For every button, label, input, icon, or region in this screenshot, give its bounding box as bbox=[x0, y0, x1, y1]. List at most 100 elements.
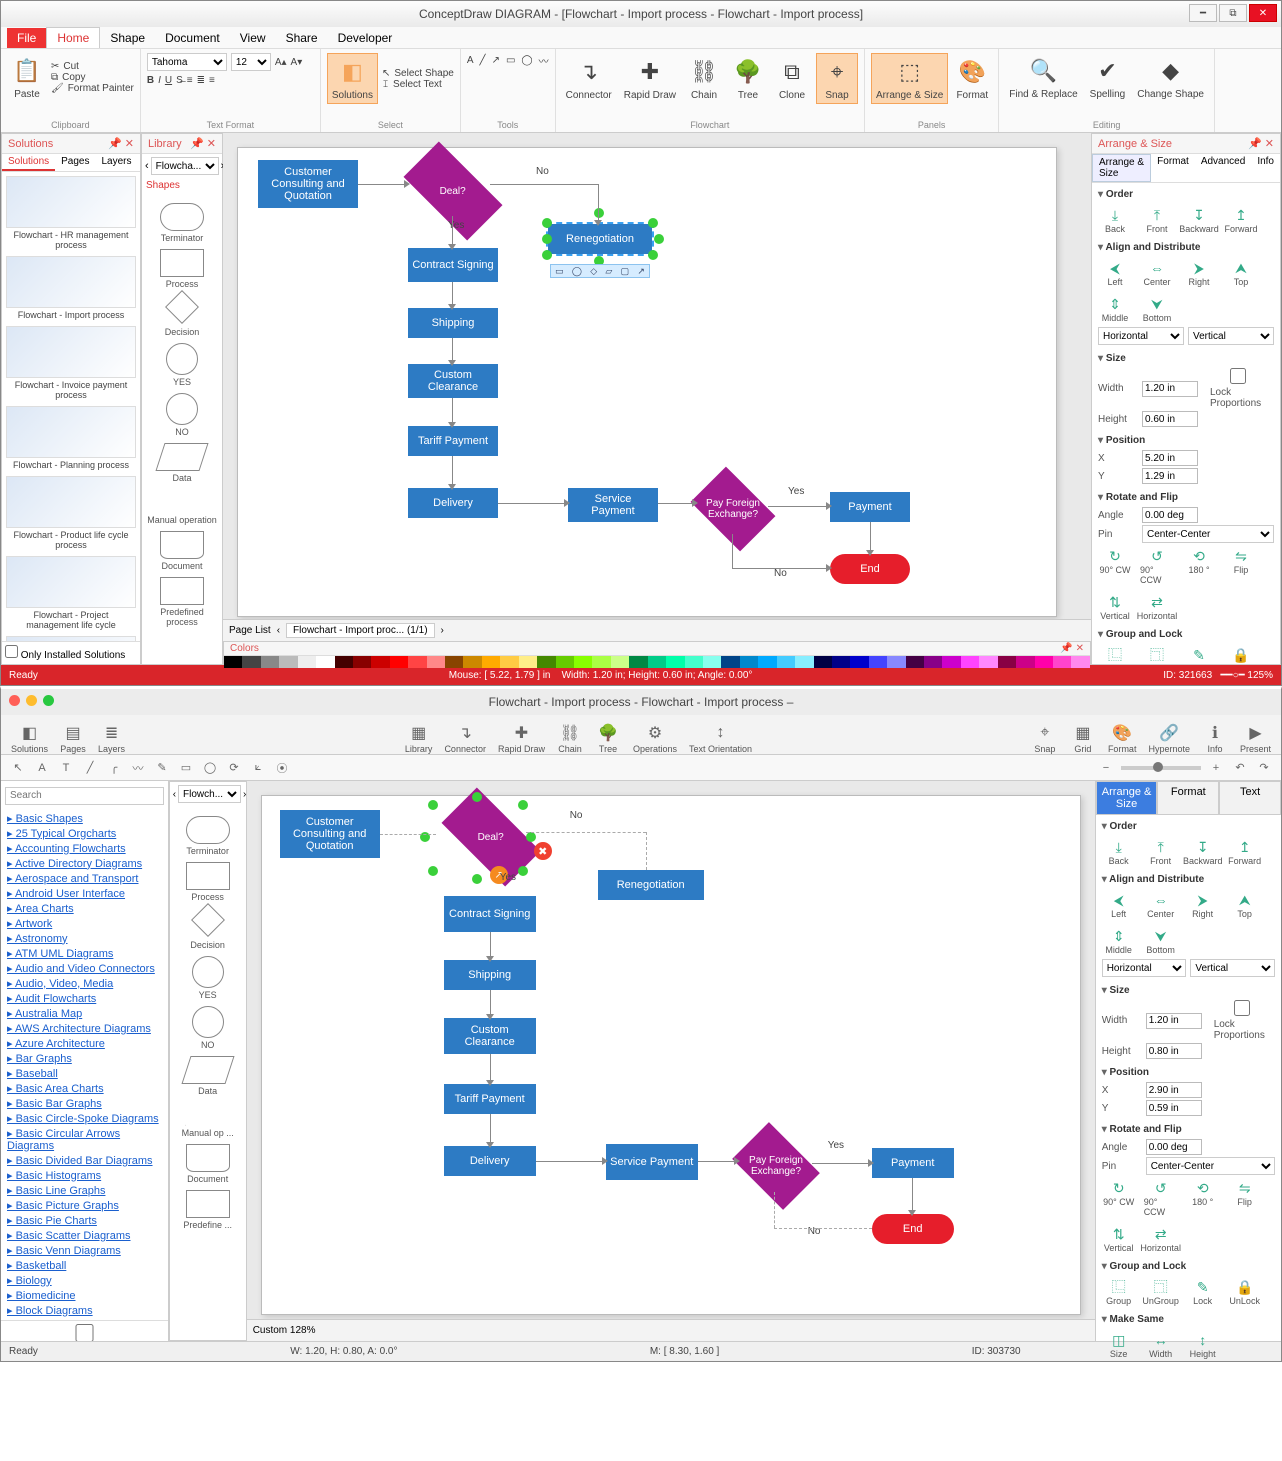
color-swatch[interactable] bbox=[758, 656, 776, 668]
color-swatch[interactable] bbox=[574, 656, 592, 668]
btn-90-cw[interactable]: ↻90° CW bbox=[1102, 1179, 1136, 1217]
angle-input[interactable] bbox=[1142, 507, 1198, 523]
line-tool[interactable]: ╱ bbox=[81, 759, 99, 777]
rect-tool-icon[interactable]: ▭ bbox=[506, 55, 515, 66]
page-nav-prev[interactable]: ‹ bbox=[277, 625, 280, 636]
props-tab-info[interactable]: Info bbox=[1251, 154, 1280, 182]
pin-icon[interactable]: 📌 ✕ bbox=[1060, 643, 1084, 654]
delete-handle-icon[interactable]: ✖ bbox=[534, 842, 552, 860]
category-link[interactable]: ▸ Basic Divided Bar Diagrams bbox=[7, 1153, 162, 1168]
solution-item[interactable]: Flowchart - Invoice payment process bbox=[6, 326, 136, 400]
chain-button[interactable]: ⛓Chain bbox=[684, 54, 724, 103]
color-swatch[interactable] bbox=[445, 656, 463, 668]
category-link[interactable]: ▸ Audio, Video, Media bbox=[7, 976, 162, 991]
btn-front[interactable]: ⤒Front bbox=[1144, 838, 1178, 866]
btn-lock[interactable]: 🔒Lock bbox=[1224, 646, 1258, 664]
category-link[interactable]: ▸ Basic Shapes bbox=[7, 811, 162, 826]
rapid-draw-button[interactable]: ✚Rapid Draw bbox=[620, 54, 680, 103]
btn-90-ccw[interactable]: ↺90° CCW bbox=[1144, 1179, 1178, 1217]
category-link[interactable]: ▸ Basic Pie Charts bbox=[7, 1213, 162, 1228]
props-tab-advanced[interactable]: Advanced bbox=[1195, 154, 1251, 182]
shrink-font-icon[interactable]: A▾ bbox=[291, 57, 303, 68]
category-link[interactable]: ▸ Australia Map bbox=[7, 1006, 162, 1021]
category-link[interactable]: ▸ Android User Interface bbox=[7, 886, 162, 901]
toolbar-library[interactable]: ▦Library bbox=[405, 722, 433, 754]
pin-icon[interactable]: 📌 ✕ bbox=[108, 137, 134, 150]
color-swatch[interactable] bbox=[666, 656, 684, 668]
text-tool-icon[interactable]: A bbox=[467, 55, 474, 66]
node-tariff-payment[interactable]: Tariff Payment bbox=[444, 1084, 536, 1114]
node-custom-clearance[interactable]: Custom Clearance bbox=[408, 364, 498, 398]
library-shape[interactable]: NO bbox=[174, 1006, 242, 1050]
props-tab-arrange[interactable]: Arrange & Size bbox=[1092, 154, 1151, 182]
color-swatch[interactable] bbox=[1035, 656, 1053, 668]
toolbar-chain[interactable]: ⛓Chain bbox=[557, 722, 583, 754]
section-size[interactable]: Size bbox=[1098, 351, 1274, 366]
rot-tool[interactable]: ⟳ bbox=[225, 759, 243, 777]
node-customer-consulting[interactable]: Customer Consulting and Quotation bbox=[280, 810, 380, 858]
btn-180-[interactable]: ⟲180 ° bbox=[1186, 1179, 1220, 1217]
ellipse-tool-icon[interactable]: ◯ bbox=[521, 55, 532, 66]
pin-select[interactable]: Center-Center bbox=[1146, 1157, 1275, 1175]
library-shape[interactable]: Predefine ... bbox=[174, 1190, 242, 1230]
select-shape-button[interactable]: Select Shape bbox=[394, 68, 454, 79]
color-swatch[interactable] bbox=[703, 656, 721, 668]
library-shape[interactable]: Document bbox=[174, 1144, 242, 1184]
color-swatch[interactable] bbox=[979, 656, 997, 668]
btn-group[interactable]: ⿺Group bbox=[1102, 1278, 1136, 1306]
color-swatch[interactable] bbox=[685, 656, 703, 668]
spline-tool[interactable]: 〰 bbox=[129, 759, 147, 777]
color-swatch[interactable] bbox=[942, 656, 960, 668]
color-swatch[interactable] bbox=[998, 656, 1016, 668]
align-right-icon[interactable]: ≡ bbox=[209, 75, 215, 86]
section-align[interactable]: Align and Distribute bbox=[1102, 872, 1275, 887]
btn-left[interactable]: ⮜Left bbox=[1098, 259, 1132, 287]
text-tool-icon[interactable]: A bbox=[33, 759, 51, 777]
color-swatch[interactable] bbox=[721, 656, 739, 668]
toolbar-layers[interactable]: ≣Layers bbox=[98, 722, 125, 754]
library-shape[interactable]: Manual op ... bbox=[174, 1102, 242, 1138]
category-link[interactable]: ▸ Basketball bbox=[7, 1258, 162, 1273]
color-swatch[interactable] bbox=[371, 656, 389, 668]
category-link[interactable]: ▸ Astronomy bbox=[7, 931, 162, 946]
category-link[interactable]: ▸ Bar Graphs bbox=[7, 1051, 162, 1066]
btn-horizontal[interactable]: ⇄Horizontal bbox=[1140, 593, 1174, 621]
toolbar-snap[interactable]: ⌖Snap bbox=[1032, 722, 1058, 754]
btn-top[interactable]: ⮝Top bbox=[1228, 891, 1262, 919]
btn-right[interactable]: ⮞Right bbox=[1186, 891, 1220, 919]
btn-180-[interactable]: ⟲180 ° bbox=[1182, 547, 1216, 585]
zoom-out-icon[interactable]: − bbox=[1097, 759, 1115, 777]
toolbar-tree[interactable]: 🌳Tree bbox=[595, 722, 621, 754]
align-left-icon[interactable]: ≡ bbox=[187, 75, 193, 86]
connector-button[interactable]: ↴Connector bbox=[562, 54, 616, 103]
library-shape[interactable]: Decision bbox=[146, 295, 218, 337]
lock-prop-checkbox[interactable] bbox=[1210, 368, 1266, 384]
category-link[interactable]: ▸ Audit Flowcharts bbox=[7, 991, 162, 1006]
copy-button[interactable]: Copy bbox=[62, 72, 85, 83]
lock-prop-checkbox[interactable] bbox=[1214, 1000, 1270, 1016]
menu-file[interactable]: File bbox=[7, 28, 46, 48]
mac-close[interactable] bbox=[9, 695, 20, 706]
section-pos[interactable]: Position bbox=[1102, 1065, 1275, 1080]
search-input[interactable] bbox=[5, 787, 164, 805]
toolbar-present[interactable]: ▶Present bbox=[1240, 722, 1271, 754]
grow-font-icon[interactable]: A▴ bbox=[275, 57, 287, 68]
solution-item[interactable]: Flowchart - Project management life cycl… bbox=[6, 556, 136, 630]
format-panel-button[interactable]: 🎨Format bbox=[952, 54, 992, 103]
category-link[interactable]: ▸ Biomedicine bbox=[7, 1288, 162, 1303]
pin-select[interactable]: Center-Center bbox=[1142, 525, 1274, 543]
color-swatch[interactable] bbox=[224, 656, 242, 668]
crop-tool[interactable]: ⟀ bbox=[249, 759, 267, 777]
btn-unlock[interactable]: 🔒UnLock bbox=[1228, 1278, 1262, 1306]
category-link[interactable]: ▸ Active Directory Diagrams bbox=[7, 856, 162, 871]
btn-vertical[interactable]: ⇅Vertical bbox=[1102, 1225, 1136, 1253]
font-select[interactable]: Tahoma bbox=[147, 53, 227, 71]
rect-tool[interactable]: ▭ bbox=[177, 759, 195, 777]
category-link[interactable]: ▸ Biology bbox=[7, 1273, 162, 1288]
library-shape[interactable]: YES bbox=[146, 343, 218, 387]
toolbar-pages[interactable]: ▤Pages bbox=[60, 722, 86, 754]
color-swatch[interactable] bbox=[316, 656, 334, 668]
color-swatch[interactable] bbox=[482, 656, 500, 668]
vert-select[interactable]: Vertical bbox=[1188, 327, 1274, 345]
category-link[interactable]: ▸ Basic Histograms bbox=[7, 1168, 162, 1183]
